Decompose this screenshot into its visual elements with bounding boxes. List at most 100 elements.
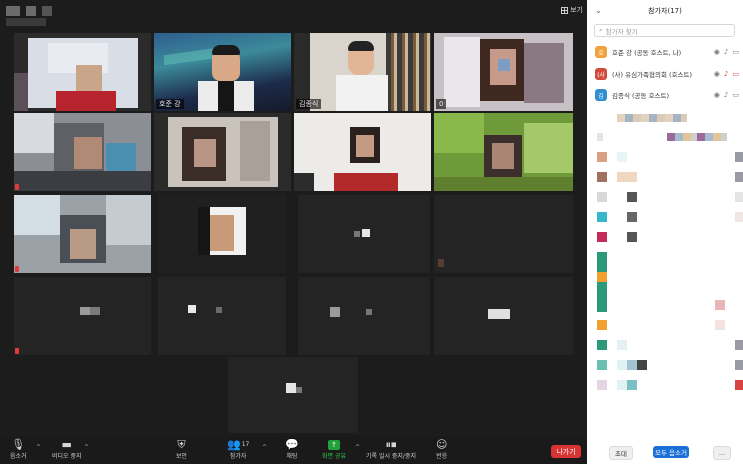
video-tile[interactable] bbox=[154, 113, 291, 191]
mute-all-button[interactable]: 모두 음소거 bbox=[653, 446, 689, 458]
collapse-chevron-icon[interactable]: ⌄ bbox=[595, 6, 602, 15]
video-tile[interactable] bbox=[434, 195, 573, 273]
redacted-icons bbox=[715, 320, 725, 330]
chat-label: 채팅 bbox=[286, 453, 298, 460]
redacted-title bbox=[26, 6, 36, 16]
share-options-chevron-icon[interactable]: ^ bbox=[355, 444, 360, 451]
participants-button[interactable]: 👥 17 참가자 bbox=[227, 438, 249, 460]
leave-button[interactable]: 나가기 bbox=[551, 445, 581, 458]
participant-row[interactable]: 김 김종식 (공동 호스트) ◉ ♪ ▭ bbox=[595, 88, 741, 102]
video-tile[interactable] bbox=[298, 277, 430, 355]
redacted-icons bbox=[735, 340, 743, 350]
redacted-avatar bbox=[597, 232, 607, 242]
redacted-title bbox=[42, 6, 52, 16]
video-icon: ◉ bbox=[713, 48, 720, 56]
redacted-avatar bbox=[597, 252, 607, 312]
video-tile[interactable] bbox=[434, 113, 573, 191]
participant-name-tag: 0 bbox=[436, 99, 447, 109]
participants-label: 참가자 bbox=[229, 453, 247, 460]
meeting-top-bar: 보기 bbox=[0, 0, 587, 26]
record-button[interactable]: ⏸⏹ 기록 일시 중지/중지 bbox=[366, 438, 416, 461]
video-camera-icon: ▭ bbox=[732, 48, 739, 56]
redacted-title bbox=[6, 18, 46, 26]
avatar: 호 bbox=[595, 46, 607, 58]
participant-row[interactable]: (사 (사) 유심가족협의회 (호스트) ◉ ♪ ▭ bbox=[595, 67, 741, 81]
video-tile[interactable] bbox=[228, 357, 358, 433]
audio-options-chevron-icon[interactable]: ^ bbox=[36, 444, 41, 451]
redacted-icons bbox=[735, 172, 743, 182]
share-screen-button[interactable]: ↑ 화면 공유 bbox=[322, 438, 346, 460]
redacted-avatar bbox=[597, 380, 607, 390]
redacted-name bbox=[617, 340, 627, 350]
more-options-button[interactable]: ... bbox=[713, 446, 731, 460]
smiley-icon: ☺ bbox=[436, 438, 448, 451]
redacted-icons bbox=[735, 192, 743, 202]
video-stage: 보기 호준 강 김종식 0 🎙 음소거 ^ ▬ 비디오 중지 ^ ⛨ 보안 👥 … bbox=[0, 0, 587, 464]
video-tile[interactable] bbox=[14, 113, 151, 191]
participant-name: 호준 강 (공동 호스트, 나) bbox=[612, 49, 682, 57]
redacted-avatar bbox=[597, 172, 607, 182]
redacted-title bbox=[6, 6, 20, 16]
participant-row[interactable]: 호 호준 강 (공동 호스트, 나) ◉ ♪ ▭ bbox=[595, 45, 741, 59]
video-icon: ◉ bbox=[713, 91, 720, 99]
video-tile[interactable] bbox=[158, 277, 286, 355]
share-screen-icon: ↑ bbox=[328, 438, 340, 451]
invite-button[interactable]: 초대 bbox=[609, 446, 633, 460]
video-options-chevron-icon[interactable]: ^ bbox=[84, 444, 89, 451]
redacted-avatar bbox=[597, 192, 607, 202]
redacted-name bbox=[627, 232, 637, 242]
view-button[interactable]: 보기 bbox=[561, 4, 583, 16]
participants-options-chevron-icon[interactable]: ^ bbox=[262, 444, 267, 451]
video-icon: ◉ bbox=[713, 70, 720, 78]
panel-footer: 초대 모두 음소거 ... bbox=[587, 442, 743, 464]
video-tile[interactable]: 김종식 bbox=[294, 33, 431, 111]
shield-icon: ⛨ bbox=[177, 437, 186, 451]
video-off-icon: ▭ bbox=[732, 70, 739, 78]
video-tile-active-speaker[interactable]: 0 bbox=[434, 33, 573, 111]
avatar: 김 bbox=[595, 89, 607, 101]
participants-icon: 👥 17 bbox=[227, 438, 250, 451]
microphone-muted-icon: ♪ bbox=[723, 70, 729, 78]
video-tile[interactable] bbox=[298, 195, 430, 273]
stop-video-button[interactable]: ▬ 비디오 중지 bbox=[52, 438, 82, 460]
panel-header: ⌄ 참가자(17) bbox=[587, 0, 743, 22]
participant-search-input[interactable]: ⌕ 참가자 찾기 bbox=[594, 24, 735, 37]
video-tile[interactable] bbox=[294, 113, 431, 191]
video-tile[interactable] bbox=[14, 277, 151, 355]
muted-icon bbox=[15, 184, 19, 190]
grid-view-icon bbox=[561, 6, 569, 14]
record-label: 기록 일시 중지/중지 bbox=[366, 453, 416, 460]
redacted-name bbox=[617, 380, 637, 390]
video-tile[interactable] bbox=[14, 195, 151, 273]
redacted-avatar bbox=[597, 152, 607, 162]
security-button[interactable]: ⛨ 보안 bbox=[176, 437, 187, 461]
redacted-name bbox=[617, 360, 647, 370]
redacted-name bbox=[627, 212, 637, 222]
view-label: 보기 bbox=[570, 6, 583, 14]
search-placeholder: 참가자 찾기 bbox=[605, 27, 638, 36]
share-screen-label: 화면 공유 bbox=[322, 453, 346, 460]
panel-title: 참가자(17) bbox=[648, 7, 682, 15]
participants-count: 17 bbox=[241, 441, 250, 448]
chat-button[interactable]: 💬 채팅 bbox=[285, 438, 299, 460]
redacted-name bbox=[617, 172, 637, 182]
video-tile[interactable]: 호준 강 bbox=[154, 33, 291, 111]
redacted-avatar bbox=[597, 340, 607, 350]
avatar: (사 bbox=[595, 68, 607, 80]
video-tile[interactable] bbox=[434, 277, 573, 355]
reactions-button[interactable]: ☺ 반응 bbox=[436, 438, 447, 460]
video-tile[interactable] bbox=[14, 33, 151, 111]
redacted-participant bbox=[617, 114, 687, 122]
stop-video-label: 비디오 중지 bbox=[52, 453, 82, 460]
redacted-icons bbox=[715, 300, 725, 310]
redacted-avatar bbox=[597, 133, 603, 141]
mute-button[interactable]: 🎙 음소거 bbox=[10, 438, 27, 460]
redacted-icons bbox=[735, 212, 743, 222]
redacted-avatar bbox=[597, 320, 607, 330]
participant-name: (사) 유심가족협의회 (호스트) bbox=[612, 71, 693, 79]
video-tile[interactable] bbox=[158, 195, 286, 273]
participant-name: 김종식 (공동 호스트) bbox=[612, 92, 670, 100]
chat-bubble-icon: 💬 bbox=[285, 438, 299, 451]
video-camera-icon: ▭ bbox=[732, 91, 739, 99]
redacted-avatar bbox=[597, 212, 607, 222]
